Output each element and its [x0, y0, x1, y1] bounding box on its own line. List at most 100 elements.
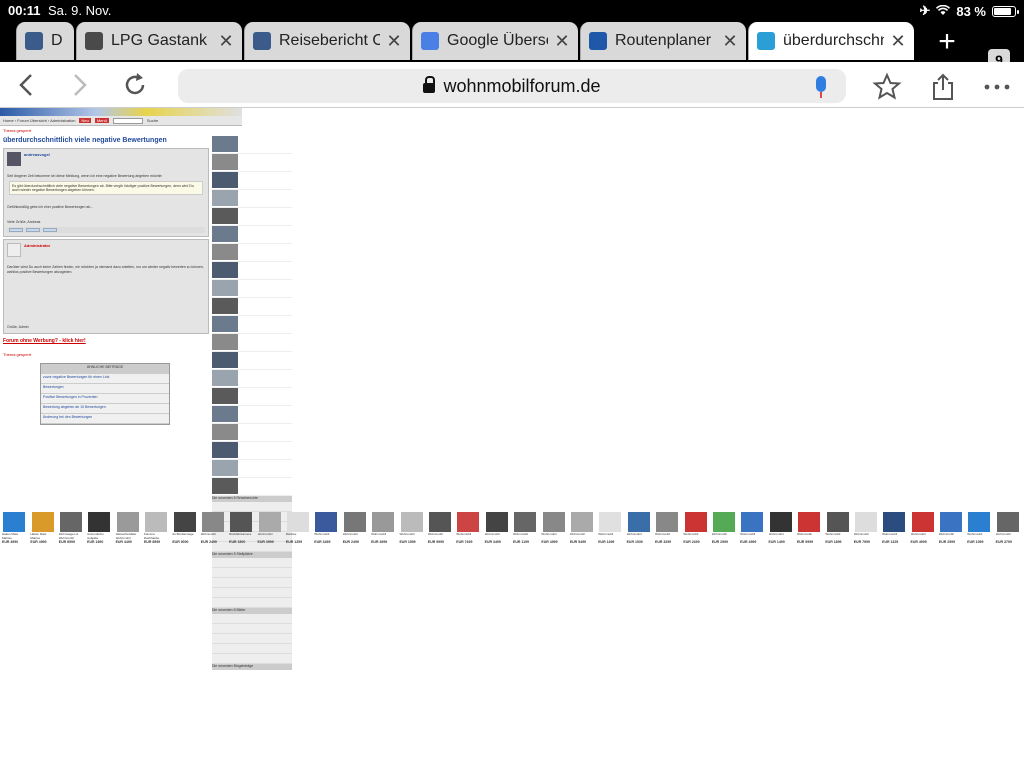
sidebar-ad-item[interactable]	[212, 316, 292, 334]
product-item[interactable]: Rückfahrkamera EUR 1500	[227, 512, 255, 552]
sidebar-link[interactable]	[212, 644, 292, 654]
product-item[interactable]: Wohnmobil EUR 2499	[341, 512, 369, 552]
tab-3[interactable]: Google Überset ✕	[412, 22, 578, 60]
post-author[interactable]: andreasvogel	[24, 152, 50, 166]
close-tab-icon[interactable]: ✕	[890, 31, 906, 52]
product-item[interactable]: Wohnmobil EUR 1599	[397, 512, 425, 552]
product-item[interactable]: Wohnmobil EUR 4999	[738, 512, 766, 552]
product-item[interactable]: Wohnmobil EUR 2999	[710, 512, 738, 552]
product-item[interactable]: Wohnmobil EUR 7999	[852, 512, 880, 552]
sidebar-ad-item[interactable]	[212, 298, 292, 316]
product-item[interactable]: Wohnmobil EUR 1099	[965, 512, 993, 552]
product-item[interactable]: Haken Mats Matrixe EUR 4990	[28, 512, 56, 552]
sidebar-link[interactable]	[212, 578, 292, 588]
tab-0[interactable]: D	[16, 22, 74, 60]
product-item[interactable]: Wohnwagen & Wohnmobil EUR 8999	[57, 512, 85, 552]
close-tab-icon[interactable]: ✕	[218, 31, 234, 52]
search-input[interactable]	[112, 117, 143, 124]
forward-button[interactable]	[64, 70, 94, 100]
sidebar-link[interactable]	[212, 568, 292, 578]
sidebar-ad-item[interactable]	[212, 406, 292, 424]
forum-without-ads-link[interactable]: Forum ohne Werbung? - klick hier!	[0, 336, 242, 346]
tab-1[interactable]: LPG Gastank 10 ✕	[76, 22, 242, 60]
sidebar-link[interactable]	[212, 598, 292, 608]
product-item[interactable]: Haken Mats Matrixe EUR 4990	[0, 512, 28, 552]
sidebar-ad-item[interactable]	[212, 460, 292, 478]
product-item[interactable]: Fiamma Dachhaube EUR 8999	[142, 512, 170, 552]
product-item[interactable]: Wohnmobil EUR 7499	[454, 512, 482, 552]
menu-button[interactable]: Menü	[94, 118, 109, 123]
address-bar[interactable]: wohnmobilforum.de	[178, 69, 846, 103]
tab-5[interactable]: überdurchschni ✕	[748, 22, 914, 60]
sidebar-ad-item[interactable]	[212, 280, 292, 298]
sidebar-ad-item[interactable]	[212, 244, 292, 262]
tab-4[interactable]: Routenplaner Le ✕	[580, 22, 746, 60]
similar-post-item[interactable]: Bewertung abgeben ab 10 Bewertungen	[41, 404, 169, 414]
sidebar-link[interactable]	[212, 624, 292, 634]
sidebar-ad-item[interactable]	[212, 370, 292, 388]
reply-button[interactable]	[26, 228, 40, 232]
product-item[interactable]: Wohnmobil EUR 2499	[199, 512, 227, 552]
back-button[interactable]	[12, 70, 42, 100]
sidebar-link[interactable]	[212, 588, 292, 598]
product-item[interactable]: Wohnmobil EUR 4999	[539, 512, 567, 552]
sidebar-ad-item[interactable]	[212, 262, 292, 280]
product-item[interactable]: Wohnmobil EUR 1199	[511, 512, 539, 552]
product-item[interactable]: Wohnmobil EUR 1499	[767, 512, 795, 552]
product-item[interactable]: Wohnmobil EUR 3499	[483, 512, 511, 552]
similar-post-item[interactable]: Änderung bei den Bewertungen	[41, 414, 169, 424]
product-item[interactable]: Wohnmobil EUR 9999	[795, 512, 823, 552]
new-button[interactable]: Neu	[79, 118, 91, 123]
new-tab-button[interactable]: +	[932, 27, 962, 58]
sidebar-link[interactable]	[212, 502, 292, 512]
product-item[interactable]: Wohnmobil EUR 4999	[369, 512, 397, 552]
reload-button[interactable]	[120, 70, 150, 100]
quote-button[interactable]	[9, 228, 23, 232]
product-item[interactable]: Wohnmobil EUR 3499	[312, 512, 340, 552]
sidebar-ad-item[interactable]	[212, 334, 292, 352]
product-item[interactable]: Wohnmobil EUR 3999	[256, 512, 284, 552]
sidebar-link[interactable]	[212, 634, 292, 644]
product-item[interactable]: Wohnmobil EUR 3799	[994, 512, 1022, 552]
sidebar-ad-item[interactable]	[212, 478, 292, 496]
share-button[interactable]	[928, 72, 958, 102]
similar-post-item[interactable]: zuvor negative Bewertungen für einen Lin…	[41, 374, 169, 384]
product-item[interactable]: Wohnmobil EUR 9999	[426, 512, 454, 552]
product-item[interactable]: Wohnmobil EUR 1499	[596, 512, 624, 552]
sidebar-link[interactable]	[212, 614, 292, 624]
close-tab-icon[interactable]: ✕	[722, 31, 738, 52]
report-button[interactable]	[43, 228, 57, 232]
product-item[interactable]: Wohnmobil EUR 1939	[625, 512, 653, 552]
sidebar-ad-item[interactable]	[212, 172, 292, 190]
product-item[interactable]: Wohnmobil EUR 4999	[909, 512, 937, 552]
sidebar-ad-item[interactable]	[212, 388, 292, 406]
sidebar-ad-item[interactable]	[212, 208, 292, 226]
sidebar-ad-item[interactable]	[212, 442, 292, 460]
breadcrumb[interactable]: Home › Forum Übersicht › Administration	[3, 118, 75, 123]
sidebar-ad-item[interactable]	[212, 226, 292, 244]
search-button[interactable]: Suche	[147, 118, 158, 123]
product-item[interactable]: Zu Bordanzeige EUR 9000	[170, 512, 198, 552]
similar-post-item[interactable]: Positive Bewertungen in Prozenten	[41, 394, 169, 404]
product-item[interactable]: Wohnmobil EUR 3299	[653, 512, 681, 552]
similar-post-item[interactable]: Bewertungen	[41, 384, 169, 394]
tab-2[interactable]: Reisebericht Ok ✕	[244, 22, 410, 60]
sidebar-link[interactable]	[212, 654, 292, 664]
sidebar-ad-item[interactable]	[212, 136, 292, 154]
product-item[interactable]: Wohnmobil EUR 1899	[823, 512, 851, 552]
product-item[interactable]: Automobilzu Aufgabe EUR 1690	[85, 512, 113, 552]
product-item[interactable]: Wohnmobil EUR 5499	[568, 512, 596, 552]
product-item[interactable]: Markise EUR 1299	[284, 512, 312, 552]
product-item[interactable]: Wohnmobil EUR 2499	[681, 512, 709, 552]
close-tab-icon[interactable]: ✕	[554, 31, 570, 52]
post-author[interactable]: Administrator	[24, 243, 50, 257]
product-item[interactable]: Wasserbehälter Wohnmobil EUR 4499	[114, 512, 142, 552]
sidebar-link[interactable]	[212, 558, 292, 568]
sidebar-ad-item[interactable]	[212, 154, 292, 172]
more-button[interactable]	[982, 72, 1012, 102]
close-tab-icon[interactable]: ✕	[386, 31, 402, 52]
product-item[interactable]: Wohnmobil EUR 2999	[937, 512, 965, 552]
sidebar-ad-item[interactable]	[212, 190, 292, 208]
sidebar-ad-item[interactable]	[212, 424, 292, 442]
sidebar-ad-item[interactable]	[212, 352, 292, 370]
